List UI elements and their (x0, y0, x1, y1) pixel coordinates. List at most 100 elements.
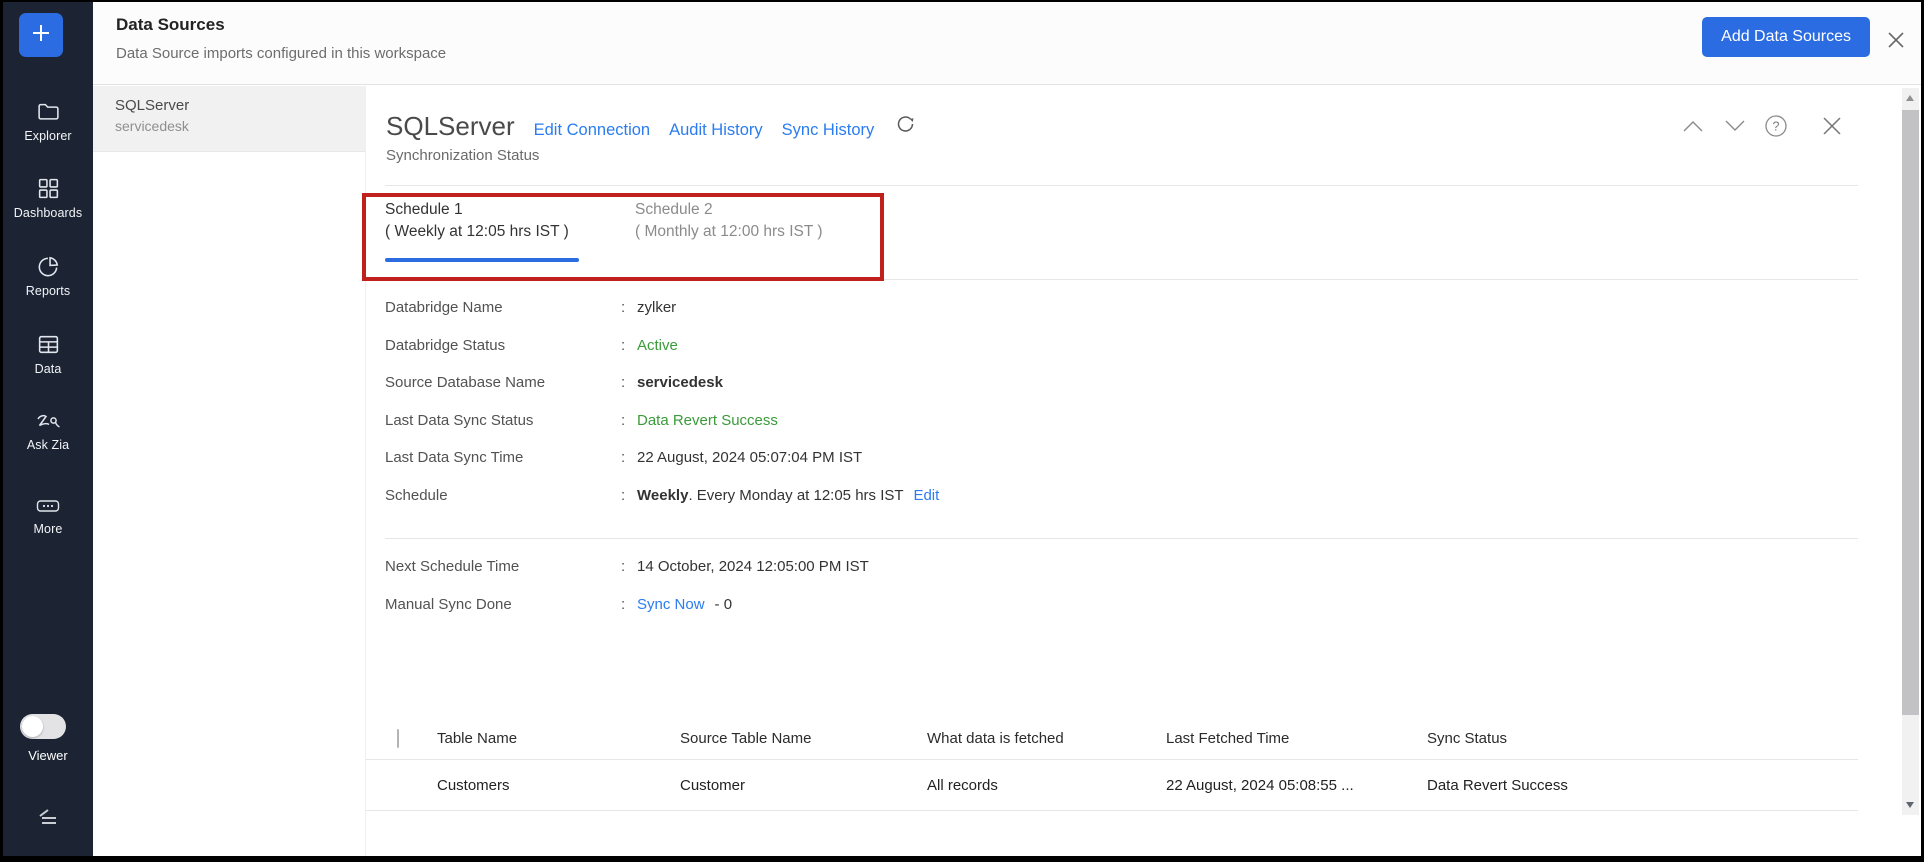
page-title: Data Sources (116, 15, 225, 34)
table-header-row: Table Name Source Table Name What data i… (366, 717, 1858, 760)
page-header: Data Sources Data Source imports configu… (93, 2, 1921, 85)
tab-name: Schedule 1 (385, 201, 463, 218)
detail-label: Manual Sync Done (385, 595, 512, 613)
detail-value: 14 October, 2024 12:05:00 PM IST (637, 557, 869, 575)
status-badge: Data Revert Success (637, 411, 778, 429)
app-window: Explorer Dashboards Reports Data Ask Zia… (3, 2, 1921, 856)
colon: : (621, 557, 626, 575)
column-header: Table Name (437, 729, 518, 747)
colon: : (621, 374, 626, 392)
sync-history-link[interactable]: Sync History (782, 121, 875, 140)
next-source-icon[interactable] (1722, 118, 1748, 134)
detail-row: Databridge Name : zylker (385, 289, 939, 327)
cell-source-table-name: Customer (680, 776, 746, 794)
viewer-toggle-label: Viewer (28, 748, 68, 763)
tab-schedule-2[interactable]: Schedule 2 ( Monthly at 12:00 hrs IST ) (635, 199, 823, 243)
refresh-icon[interactable] (895, 113, 917, 140)
detail-label: Last Data Sync Time (385, 449, 524, 467)
ellipsis-icon (3, 495, 93, 517)
scrollbar-thumb[interactable] (1902, 110, 1919, 715)
active-tab-indicator (385, 258, 579, 262)
select-all-checkbox[interactable] (397, 728, 399, 748)
screenshot-frame: Explorer Dashboards Reports Data Ask Zia… (0, 0, 1924, 862)
previous-source-icon[interactable] (1680, 118, 1706, 134)
sync-details: Databridge Name : zylker Databridge Stat… (385, 289, 939, 514)
detail-label: Last Data Sync Status (385, 411, 534, 429)
sidebar-item-data[interactable]: Data (3, 332, 93, 376)
detail-row: Schedule : Weekly. Every Monday at 12:05… (385, 477, 939, 515)
colon: : (621, 486, 626, 504)
colon: : (621, 336, 626, 354)
sidebar-item-label: Data (34, 362, 62, 376)
panel-title-row: SQLServer Edit Connection Audit History … (386, 111, 917, 142)
detail-value: servicedesk (637, 374, 723, 392)
sync-now-link[interactable]: Sync Now (637, 596, 705, 613)
cell-sync-status: Data Revert Success (1427, 776, 1568, 794)
svg-text:?: ? (1773, 120, 1780, 134)
scroll-up-arrow-icon[interactable] (1906, 95, 1914, 101)
colon: : (621, 449, 626, 467)
pie-chart-icon (3, 254, 93, 279)
detail-label: Next Schedule Time (385, 557, 520, 575)
schedule-type: Weekly (637, 486, 689, 504)
close-panel-icon[interactable] (1820, 114, 1844, 138)
data-source-name: SQLServer (115, 97, 190, 114)
sync-details-secondary: Next Schedule Time : 14 October, 2024 12… (385, 547, 869, 623)
detail-row: Last Data Sync Status : Data Revert Succ… (385, 402, 939, 440)
sidebar-item-dashboards[interactable]: Dashboards (3, 176, 93, 220)
section-label: Synchronization Status (386, 147, 540, 164)
sidebar-item-reports[interactable]: Reports (3, 254, 93, 298)
cell-what-data-fetched: All records (927, 776, 998, 794)
collapse-arrow-icon (35, 809, 61, 834)
detail-label: Databridge Name (385, 299, 503, 317)
create-new-button[interactable] (19, 13, 63, 57)
data-source-list-item-selected[interactable]: SQLServer servicedesk (93, 86, 365, 152)
sidebar-item-label: Reports (25, 284, 71, 298)
collapse-sidebar-button[interactable] (3, 806, 93, 835)
cell-last-fetched-time: 22 August, 2024 05:08:55 ... (1166, 776, 1354, 794)
table-row[interactable]: Customers Customer All records 22 August… (366, 760, 1858, 811)
viewer-mode-toggle[interactable] (20, 714, 66, 739)
edit-schedule-link[interactable]: Edit (913, 487, 939, 504)
colon: : (621, 595, 626, 613)
sidebar-item-more[interactable]: More (3, 495, 93, 536)
help-icon[interactable]: ? (1764, 114, 1788, 138)
data-source-database: servicedesk (115, 118, 189, 134)
colon: : (621, 411, 626, 429)
close-page-icon[interactable] (1885, 29, 1907, 56)
add-data-sources-button[interactable]: Add Data Sources (1702, 17, 1870, 57)
tab-schedule-1[interactable]: Schedule 1 ( Weekly at 12:05 hrs IST ) (385, 199, 569, 243)
folder-icon (3, 99, 93, 124)
sidebar-item-label: Ask Zia (26, 438, 70, 452)
detail-value: Sync Now - 0 (637, 596, 732, 613)
schedule-detail: . Every Monday at 12:05 hrs IST (688, 486, 904, 504)
grid-icon (3, 176, 93, 201)
column-header: Source Table Name (680, 729, 812, 747)
column-header: Last Fetched Time (1166, 729, 1290, 747)
left-navigation-sidebar: Explorer Dashboards Reports Data Ask Zia… (3, 2, 93, 856)
detail-row: Next Schedule Time : 14 October, 2024 12… (385, 547, 869, 585)
detail-row: Source Database Name : servicedesk (385, 364, 939, 402)
detail-label: Databridge Status (385, 336, 506, 354)
divider (385, 538, 1858, 539)
sidebar-item-label: Explorer (24, 129, 72, 143)
data-source-list: SQLServer servicedesk (93, 86, 366, 856)
divider (385, 185, 1858, 186)
sync-status-panel: SQLServer Edit Connection Audit History … (362, 87, 1899, 856)
detail-row: Databridge Status : Active (385, 327, 939, 365)
status-badge: Active (637, 336, 678, 354)
scroll-down-arrow-icon[interactable] (1906, 802, 1914, 808)
sync-count: - 0 (714, 595, 733, 613)
colon: : (621, 299, 626, 317)
column-header: What data is fetched (927, 729, 1064, 747)
tab-schedule-detail: ( Monthly at 12:00 hrs IST ) (635, 223, 823, 240)
divider (882, 279, 1858, 280)
edit-connection-link[interactable]: Edit Connection (534, 121, 651, 140)
detail-row: Last Data Sync Time : 22 August, 2024 05… (385, 439, 939, 477)
detail-value: zylker (637, 299, 677, 317)
sidebar-item-explorer[interactable]: Explorer (3, 99, 93, 143)
sidebar-item-ask-zia[interactable]: Ask Zia (3, 411, 93, 452)
cell-table-name: Customers (437, 776, 510, 794)
audit-history-link[interactable]: Audit History (669, 121, 763, 140)
vertical-scrollbar[interactable] (1902, 88, 1919, 815)
